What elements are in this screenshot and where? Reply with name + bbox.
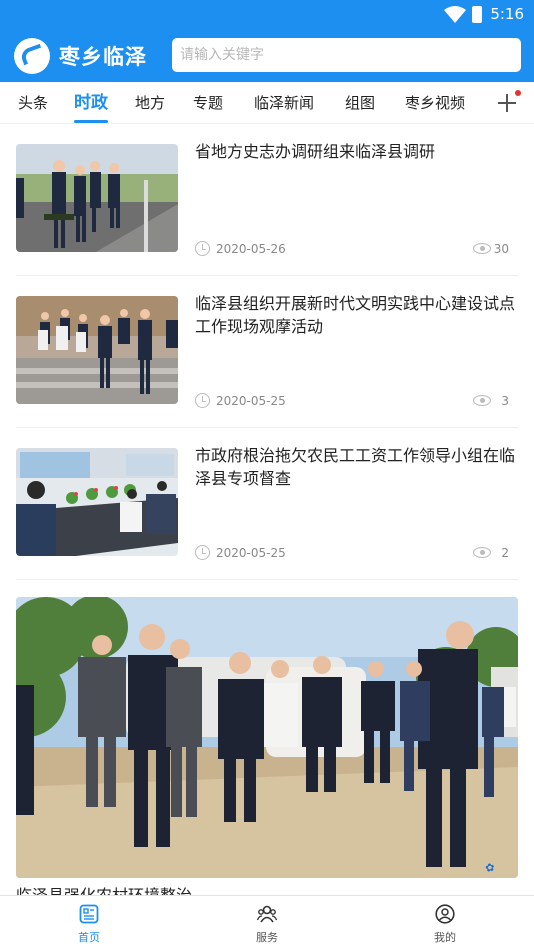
tab-topics[interactable]: 专题 (193, 82, 223, 124)
home-icon (79, 904, 99, 924)
news-date: 2020-05-25 (216, 546, 286, 560)
search-box[interactable] (172, 38, 521, 72)
search-input[interactable] (172, 38, 521, 72)
tab-headline[interactable]: 头条 (18, 82, 48, 124)
clock-icon (195, 545, 210, 560)
tab-local[interactable]: 地方 (135, 82, 165, 124)
news-title: 市政府根治拖欠农民工工资工作领导小组在临泽县专项督查 (195, 446, 516, 488)
nav-home[interactable]: 首页 (29, 896, 149, 950)
battery-icon (472, 6, 482, 23)
clock-icon (195, 393, 210, 408)
news-meta: 2020-05-25 2 (195, 544, 509, 562)
news-views: 30 (493, 242, 509, 256)
tab-politics[interactable]: 时政 (74, 82, 108, 124)
news-meta: 2020-05-26 30 (195, 240, 509, 258)
status-bar: 5:16 (0, 0, 534, 30)
app-logo[interactable]: 枣乡临泽 (14, 38, 147, 74)
news-item[interactable]: 市政府根治拖欠农民工工资工作领导小组在临泽县专项督查 2020-05-25 2 (16, 428, 518, 580)
wifi-icon (444, 6, 466, 23)
news-item[interactable]: 临泽县组织开展新时代文明实践中心建设试点工作现场观摩活动 2020-05-25 … (16, 276, 518, 428)
tab-linze-news[interactable]: 临泽新闻 (254, 82, 314, 124)
tab-gallery[interactable]: 组图 (345, 82, 375, 124)
news-item[interactable]: 省地方史志办调研组来临泽县调研 2020-05-26 30 (16, 124, 518, 276)
news-title: 临泽县组织开展新时代文明实践中心建设试点工作现场观摩活动 (195, 294, 516, 336)
news-views: 3 (501, 394, 509, 408)
category-tabs: 头条 时政 地方 专题 临泽新闻 组图 枣乡视频 (0, 82, 534, 124)
tab-video[interactable]: 枣乡视频 (405, 82, 465, 124)
news-date: 2020-05-25 (216, 394, 286, 408)
clock-icon (195, 241, 210, 256)
bottom-navigation: 首页 服务 我的 (0, 895, 534, 949)
news-title: 省地方史志办调研组来临泽县调研 (195, 142, 436, 161)
add-channel-icon[interactable] (498, 90, 521, 112)
news-thumbnail (16, 296, 178, 404)
views-icon (473, 547, 491, 558)
app-header: 枣乡临泽 (0, 30, 534, 82)
news-meta: 2020-05-25 3 (195, 392, 509, 410)
nav-profile[interactable]: 我的 (385, 896, 505, 950)
status-time: 5:16 (490, 5, 524, 23)
service-icon (257, 905, 277, 923)
featured-news-image[interactable]: ✿ (16, 597, 518, 878)
views-icon (473, 243, 491, 254)
notification-dot (515, 90, 521, 96)
news-thumbnail (16, 144, 178, 252)
nav-profile-label: 我的 (434, 931, 456, 944)
nav-service-label: 服务 (256, 931, 278, 944)
app-name: 枣乡临泽 (59, 45, 147, 69)
news-thumbnail (16, 448, 178, 556)
logo-icon (14, 38, 50, 74)
news-views: 2 (501, 546, 509, 560)
profile-icon (435, 904, 455, 924)
views-icon (473, 395, 491, 406)
news-date: 2020-05-26 (216, 242, 286, 256)
nav-home-label: 首页 (78, 931, 100, 944)
nav-service[interactable]: 服务 (207, 896, 327, 950)
